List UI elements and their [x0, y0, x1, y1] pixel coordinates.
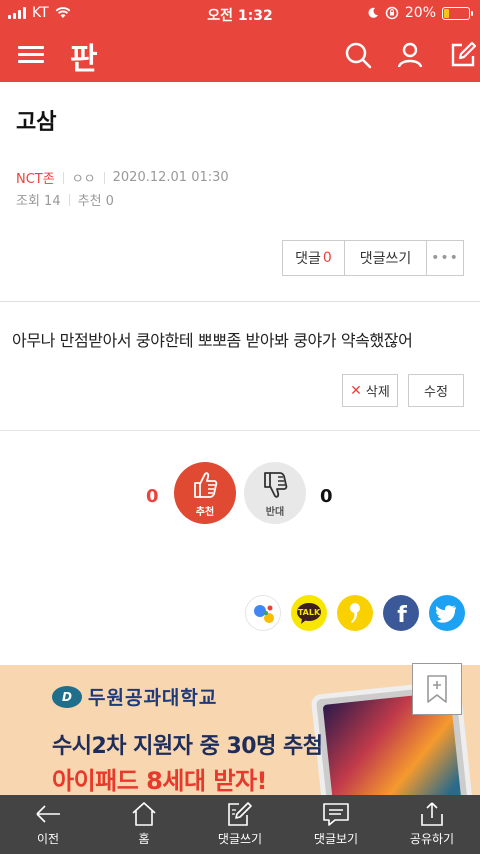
comments-icon	[323, 803, 349, 826]
comment-label: 댓글	[295, 251, 321, 267]
thumbs-up-icon	[194, 472, 218, 498]
post-meta-stats: 조회 14 추천 0	[16, 190, 114, 209]
nav-write-comment-label: 댓글쓰기	[217, 832, 263, 846]
delete-label: 삭제	[365, 385, 390, 400]
ad-subheadline: 아이패드 8세대 받자!	[52, 767, 268, 795]
bookmark-add-icon	[427, 675, 447, 703]
write-comment-button[interactable]: 댓글쓰기	[345, 241, 427, 275]
nav-write-comment[interactable]: 댓글쓰기	[192, 795, 288, 854]
nav-back[interactable]: 이전	[0, 795, 96, 854]
post-meta-author: NCT존 ㅇㅇ 2020.12.01 01:30	[16, 168, 229, 187]
share-icon	[421, 802, 443, 826]
facebook-icon: f	[397, 603, 407, 628]
battery-percent: 20%	[404, 5, 436, 21]
post-date: 2020.12.01 01:30	[112, 170, 229, 185]
recommend-label: 추천	[195, 507, 215, 518]
nav-share-label: 공유하기	[409, 832, 455, 846]
kakaostory-icon	[350, 603, 360, 623]
post-author-extra: ㅇㅇ	[71, 172, 96, 187]
twitter-icon	[435, 605, 456, 623]
app-header: 판	[0, 28, 480, 82]
oppose-count: 0	[320, 486, 333, 507]
kakaotalk-icon: TALK	[297, 603, 321, 624]
compose-icon[interactable]	[448, 40, 478, 70]
recommend-button[interactable]: 추천	[174, 462, 236, 524]
status-right: 20%	[367, 5, 473, 21]
post-views: 조회 14	[16, 194, 61, 209]
search-icon[interactable]	[343, 40, 373, 70]
home-icon	[132, 802, 156, 826]
facebook-text: f	[397, 603, 407, 628]
google-share-button[interactable]	[245, 595, 281, 631]
facebook-share-button[interactable]: f	[383, 595, 419, 631]
menu-icon[interactable]	[18, 44, 44, 64]
google-assistant-icon	[254, 605, 274, 623]
oppose-button[interactable]: 반대	[244, 462, 306, 524]
comment-button[interactable]: 댓글 0	[283, 241, 345, 275]
oppose-label: 반대	[265, 507, 285, 518]
user-icon[interactable]	[395, 40, 425, 70]
app-logo[interactable]: 판	[70, 34, 98, 78]
post-action-group: 댓글 0 댓글쓰기 •••	[282, 240, 464, 276]
nav-home-label: 홈	[138, 832, 150, 846]
delete-button[interactable]: ✕ 삭제	[342, 374, 398, 407]
nav-view-comments[interactable]: 댓글보기	[288, 795, 384, 854]
content-divider	[0, 430, 480, 431]
recommend-count: 0	[146, 486, 159, 507]
post-body: 아무나 만점받아서 쿵야한테 뽀뽀좀 받아봐 쿵야가 약속했잖어	[12, 331, 413, 350]
divider	[68, 193, 70, 206]
kakaostory-share-button[interactable]	[337, 595, 373, 631]
divider	[62, 171, 64, 184]
rotation-lock-icon	[385, 6, 399, 20]
nav-home[interactable]: 홈	[96, 795, 192, 854]
thumbs-down-icon	[264, 472, 288, 498]
twitter-share-button[interactable]	[429, 595, 465, 631]
university-logo: D 두원공과대학교	[52, 683, 217, 710]
nav-back-label: 이전	[36, 832, 60, 846]
comment-count: 0	[322, 250, 332, 266]
arrow-left-icon	[36, 805, 60, 823]
moon-icon	[368, 7, 378, 18]
nav-view-comments-label: 댓글보기	[313, 832, 359, 846]
ad-headline: 수시2차 지원자 중 30명 추첨	[52, 734, 323, 759]
close-icon: ✕	[350, 382, 362, 399]
edit-comment-icon	[228, 802, 252, 826]
bottom-nav: 이전 홈 댓글쓰기 댓글보기 공유하기	[0, 795, 480, 854]
divider	[103, 171, 105, 184]
edit-button[interactable]: 수정	[408, 374, 464, 407]
post-author[interactable]: NCT존	[16, 168, 55, 187]
more-button[interactable]: •••	[427, 241, 463, 275]
kakaotalk-share-button[interactable]: TALK	[291, 595, 327, 631]
content-divider	[0, 301, 480, 302]
ad-banner[interactable]: D 두원공과대학교 수시2차 지원자 중 30명 추첨 아이패드 8세대 받자!	[0, 665, 480, 795]
university-emblem: D	[52, 685, 82, 708]
kakaotalk-text: TALK	[298, 608, 321, 617]
post-recommends: 추천 0	[77, 194, 114, 209]
post-title: 고삼	[16, 110, 57, 135]
bookmark-button[interactable]	[412, 663, 462, 715]
status-bar: KT 오전 1:32 20%	[0, 0, 480, 28]
battery-icon	[442, 6, 473, 20]
university-name: 두원공과대학교	[88, 687, 218, 709]
nav-share[interactable]: 공유하기	[384, 795, 480, 854]
